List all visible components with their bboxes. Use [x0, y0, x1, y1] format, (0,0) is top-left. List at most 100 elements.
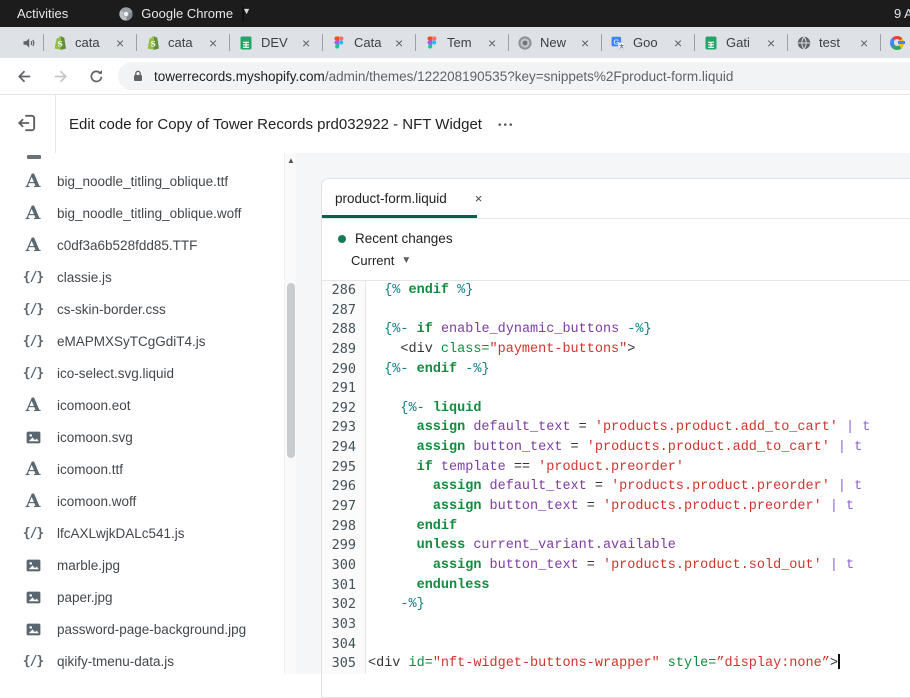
code-line[interactable]: 295 if template == 'product.preorder' — [322, 458, 910, 478]
image-file-icon — [22, 621, 44, 638]
tab-title: Tem — [447, 35, 481, 50]
code-text: if template == 'product.preorder' — [366, 458, 684, 478]
file-sidebar: Abig_noodle_titling_oblique.ttfAbig_nood… — [0, 153, 284, 674]
tab-close-icon[interactable]: × — [860, 36, 868, 50]
file-name: paper.jpg — [57, 590, 113, 605]
lock-icon — [131, 69, 145, 83]
code-line[interactable]: 304 — [322, 635, 910, 655]
browser-tab-strip: Scata×Scata×DEV×Cata×Tem×New×GGoo×Gati×t… — [0, 27, 910, 58]
file-item[interactable]: Abig_noodle_titling_oblique.woff — [0, 197, 284, 229]
code-text: {%- if enable_dynamic_buttons -%} — [366, 320, 652, 340]
scrollbar-thumb[interactable] — [287, 283, 295, 458]
file-item[interactable]: marble.jpg — [0, 549, 284, 581]
google-sheets-icon — [703, 35, 719, 51]
code-line[interactable]: 292 {%- liquid — [322, 399, 910, 419]
code-line[interactable]: 299 unless current_variant.available — [322, 536, 910, 556]
tab-title: DEV — [261, 35, 295, 50]
forward-button[interactable] — [47, 63, 73, 89]
code-line[interactable]: 294 assign button_text = 'products.produ… — [322, 438, 910, 458]
tab-separator — [136, 34, 137, 51]
code-line[interactable]: 290 {%- endif -%} — [322, 360, 910, 380]
code-line[interactable]: 288 {%- if enable_dynamic_buttons -%} — [322, 320, 910, 340]
editor-tab[interactable]: product-form.liquid × — [322, 179, 482, 218]
browser-tab[interactable]: Tem × — [422, 29, 502, 57]
back-button[interactable] — [11, 63, 37, 89]
file-item[interactable]: {/}qikify-tmenu-data.js — [0, 645, 284, 674]
omnibox[interactable]: towerrecords.myshopify.com/admin/themes/… — [118, 62, 910, 90]
browser-tab[interactable]: GGoo× — [608, 29, 688, 57]
file-item[interactable]: {/}lfcAXLwjkDALc541.js — [0, 517, 284, 549]
version-dropdown[interactable]: Current ▼ — [351, 253, 910, 268]
code-file-icon: {/} — [22, 654, 44, 669]
line-number: 304 — [322, 635, 366, 655]
code-line[interactable]: 291 — [322, 379, 910, 399]
more-menu-button[interactable]: ••• — [498, 118, 515, 131]
file-item[interactable]: paper.jpg — [0, 581, 284, 613]
line-number: 305 — [322, 654, 366, 674]
shopify-code-editor-page: Edit code for Copy of Tower Records prd0… — [0, 95, 910, 674]
browser-tab[interactable]: DEV × — [236, 29, 316, 57]
code-line[interactable]: 293 assign default_text = 'products.prod… — [322, 418, 910, 438]
code-line[interactable]: 300 assign button_text = 'products.produ… — [322, 556, 910, 576]
tab-close-icon[interactable]: × — [116, 36, 124, 50]
browser-tab[interactable]: Cata × — [329, 29, 409, 57]
file-item[interactable]: Ac0df3a6b528fdd85.TTF — [0, 229, 284, 261]
code-line[interactable]: 301 endunless — [322, 576, 910, 596]
code-line[interactable]: 302 -%} — [322, 595, 910, 615]
file-item[interactable]: {/}eMAPMXSyTCgGdiT4.js — [0, 325, 284, 357]
tab-close-icon[interactable]: × — [767, 36, 775, 50]
code-text: assign button_text = 'products.product.a… — [366, 438, 862, 458]
tab-close-icon[interactable]: × — [302, 36, 310, 50]
font-file-icon: A — [22, 236, 44, 255]
volume-icon[interactable] — [21, 35, 37, 51]
google-g-icon — [890, 36, 904, 50]
file-item[interactable]: Aicomoon.eot — [0, 389, 284, 421]
browser-tab[interactable]: New× — [515, 29, 595, 57]
sidebar-scrollbar[interactable]: ▲ — [284, 153, 296, 674]
code-area[interactable]: 286 {% endif %}287288 {%- if enable_dyna… — [322, 281, 910, 698]
code-text — [366, 301, 368, 321]
tab-close-icon[interactable]: × — [209, 36, 217, 50]
browser-toolbar: towerrecords.myshopify.com/admin/themes/… — [0, 58, 910, 95]
code-line[interactable]: 289 <div class="payment-buttons"> — [322, 340, 910, 360]
browser-tab[interactable]: Scata× — [143, 29, 223, 57]
file-name: big_noodle_titling_oblique.woff — [57, 206, 241, 221]
code-line[interactable]: 305<div id="nft-widget-buttons-wrapper" … — [322, 654, 910, 674]
system-bar: Activities Google Chrome ▼ 9 A — [0, 0, 910, 27]
file-item[interactable]: {/}classie.js — [0, 261, 284, 293]
code-line[interactable]: 303 — [322, 615, 910, 635]
code-text: <div class="payment-buttons"> — [366, 340, 635, 360]
exit-code-editor-button[interactable] — [16, 112, 40, 136]
code-line[interactable]: 286 {% endif %} — [322, 281, 910, 301]
tab-close-icon[interactable]: × — [475, 191, 483, 206]
tab-close-icon[interactable]: × — [395, 36, 403, 50]
code-line[interactable]: 287 — [322, 301, 910, 321]
file-item[interactable]: Abig_noodle_titling_oblique.ttf — [0, 165, 284, 197]
browser-tab[interactable] — [887, 29, 910, 57]
app-menu-label: Google Chrome — [141, 6, 233, 21]
file-item[interactable]: {/}cs-skin-border.css — [0, 293, 284, 325]
code-line[interactable]: 297 assign button_text = 'products.produ… — [322, 497, 910, 517]
file-item[interactable]: icomoon.svg — [0, 421, 284, 453]
tab-title: cata — [168, 35, 202, 50]
tab-close-icon[interactable]: × — [488, 36, 496, 50]
browser-tab[interactable]: test× — [794, 29, 874, 57]
code-line[interactable]: 296 assign default_text = 'products.prod… — [322, 477, 910, 497]
browser-tab[interactable]: Scata× — [50, 29, 130, 57]
tab-separator — [508, 34, 509, 51]
file-item[interactable]: Aicomoon.woff — [0, 485, 284, 517]
file-item[interactable]: Aicomoon.ttf — [0, 453, 284, 485]
file-item[interactable]: password-page-background.jpg — [0, 613, 284, 645]
font-file-icon: A — [22, 492, 44, 511]
code-text — [366, 615, 368, 635]
activities-button[interactable]: Activities — [17, 6, 68, 21]
code-line[interactable]: 298 endif — [322, 517, 910, 537]
file-item[interactable]: {/}ico-select.svg.liquid — [0, 357, 284, 389]
app-window-menu[interactable]: Google Chrome ▼ — [118, 6, 244, 22]
tab-title: Cata — [354, 35, 388, 50]
browser-tab[interactable]: Gati× — [701, 29, 781, 57]
tab-close-icon[interactable]: × — [674, 36, 682, 50]
tab-close-icon[interactable]: × — [581, 36, 589, 50]
reload-button[interactable] — [83, 63, 109, 89]
code-text: -%} — [366, 595, 425, 615]
